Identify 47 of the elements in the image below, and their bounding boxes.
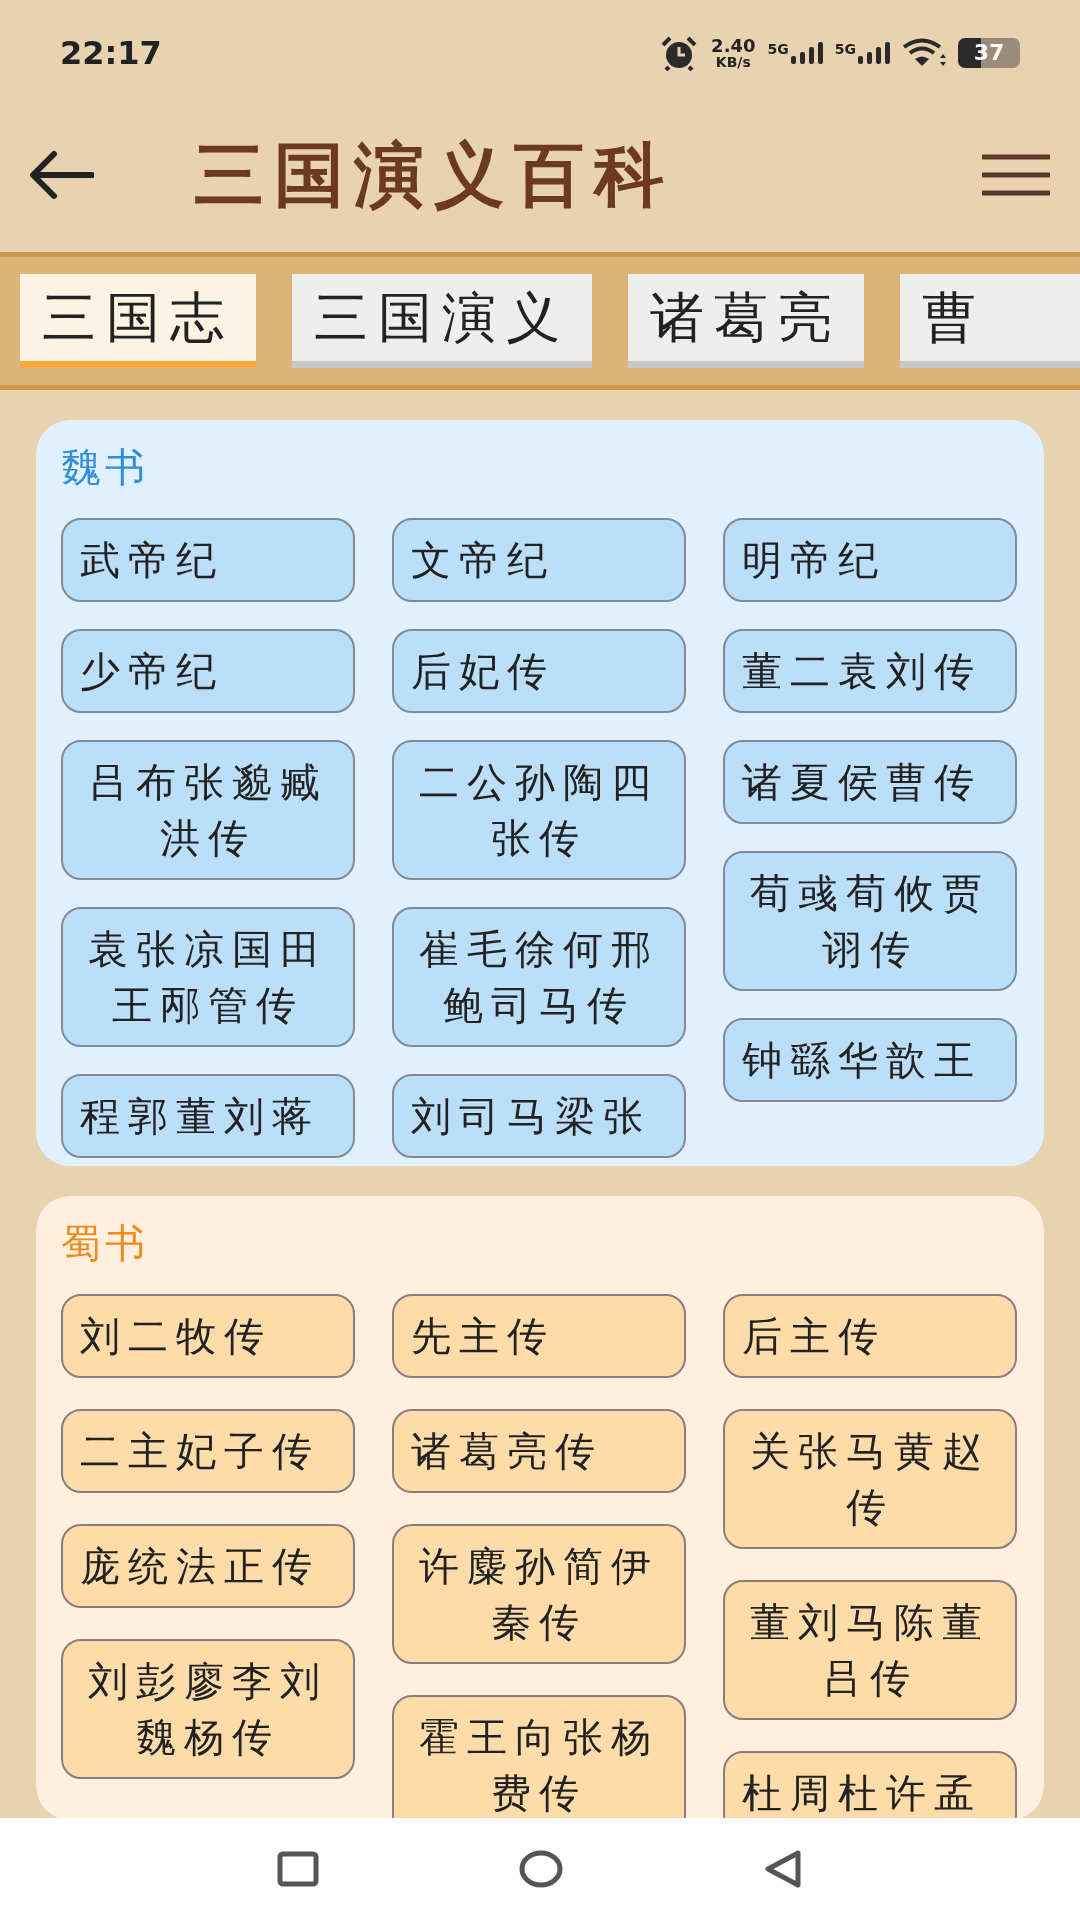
chapter-button[interactable]: 后妃传 xyxy=(392,629,686,713)
chapter-button[interactable]: 文帝纪 xyxy=(392,518,686,602)
network-type: 5G xyxy=(767,41,789,56)
chapter-button[interactable]: 钟繇华歆王 xyxy=(723,1018,1017,1102)
wifi-icon xyxy=(902,37,946,68)
app-title: 三国演义百科 xyxy=(194,132,675,218)
chapter-button[interactable]: 诸夏侯曹传 xyxy=(723,740,1017,824)
network-speed: 2.40 xyxy=(711,36,756,55)
chapter-button[interactable]: 崔毛徐何邢鲍司马传 xyxy=(392,907,686,1047)
chapter-button[interactable]: 杜周杜许孟 xyxy=(723,1751,1017,1820)
tab[interactable]: 三国志 xyxy=(20,274,256,368)
tab[interactable]: 曹 xyxy=(900,274,1080,368)
network-speed-unit: KB/s xyxy=(715,54,751,69)
chapter-button[interactable]: 程郭董刘蒋 xyxy=(61,1074,355,1158)
chapter-button[interactable]: 二公孙陶四张传 xyxy=(392,740,686,880)
chapter-button[interactable]: 二主妃子传 xyxy=(61,1409,355,1493)
chapter-button[interactable]: 先主传 xyxy=(392,1294,686,1378)
chapter-button[interactable]: 刘二牧传 xyxy=(61,1294,355,1378)
chapter-button[interactable]: 袁张凉国田王邴管传 xyxy=(61,907,355,1047)
chapter-button[interactable]: 明帝纪 xyxy=(723,518,1017,602)
chapter-button[interactable]: 少帝纪 xyxy=(61,629,355,713)
chapter-button[interactable]: 庞统法正传 xyxy=(61,1524,355,1608)
chapter-button[interactable]: 刘彭廖李刘魏杨传 xyxy=(61,1639,355,1779)
status-time: 22:17 xyxy=(60,32,162,74)
back-icon[interactable] xyxy=(763,1849,803,1889)
menu-icon[interactable] xyxy=(980,154,1052,196)
section-title: 魏书 xyxy=(61,443,149,492)
chapter-button[interactable]: 关张马黄赵传 xyxy=(723,1409,1017,1549)
chapter-button[interactable]: 董刘马陈董吕传 xyxy=(723,1580,1017,1720)
chapter-button[interactable]: 武帝纪 xyxy=(61,518,355,602)
tab[interactable]: 诸葛亮 xyxy=(628,274,864,368)
signal-icon xyxy=(790,41,823,64)
chapter-button[interactable]: 吕布张邈臧洪传 xyxy=(61,740,355,880)
chapter-button[interactable]: 刘司马梁张 xyxy=(392,1074,686,1158)
back-arrow-icon[interactable] xyxy=(28,150,94,200)
section-title: 蜀书 xyxy=(61,1219,149,1268)
home-icon[interactable] xyxy=(519,1849,563,1889)
chapter-button[interactable]: 霍王向张杨费传 xyxy=(392,1695,686,1820)
chapter-button[interactable]: 董二袁刘传 xyxy=(723,629,1017,713)
recent-apps-icon[interactable] xyxy=(277,1851,319,1887)
signal-icon xyxy=(858,41,890,64)
network-type: 5G xyxy=(834,41,856,56)
tab[interactable]: 三国演义 xyxy=(292,274,592,368)
chapter-button[interactable]: 许麋孙简伊秦传 xyxy=(392,1524,686,1664)
chapter-button[interactable]: 后主传 xyxy=(723,1294,1017,1378)
chapter-button[interactable]: 荀彧荀攸贾诩传 xyxy=(723,851,1017,991)
chapter-button[interactable]: 诸葛亮传 xyxy=(392,1409,686,1493)
